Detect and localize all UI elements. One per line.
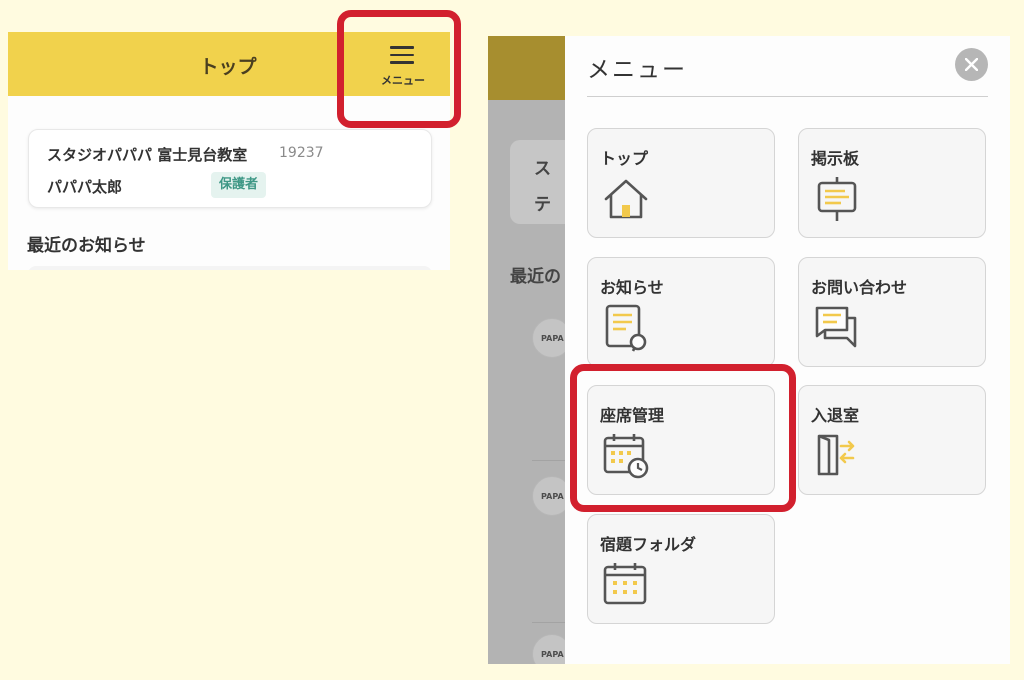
homework-calendar-icon <box>603 563 647 605</box>
menu-item-top[interactable]: トップ <box>587 128 775 238</box>
close-icon <box>965 58 978 71</box>
dimmed-text-fragment: テ <box>534 195 551 215</box>
chat-icon <box>815 306 857 348</box>
menu-item-notice[interactable]: お知らせ <box>587 257 775 367</box>
menu-item-label: 掲示板 <box>811 149 860 168</box>
menu-item-label: お知らせ <box>600 278 664 297</box>
menu-item-label: 宿題フォルダ <box>600 535 697 554</box>
entry-exit-icon <box>817 434 855 476</box>
dimmed-news-heading: 最近の <box>510 267 561 287</box>
home-icon <box>604 179 648 219</box>
news-list-top <box>28 266 432 270</box>
school-name: スタジオパパパ 富士見台教室 <box>47 146 248 164</box>
close-button[interactable] <box>955 48 988 81</box>
menu-item-label: 入退室 <box>811 406 860 425</box>
menu-screen: ス テ 最近の PAPA PAPA PAPA メニュー トップ 掲示板 お知らせ… <box>488 36 1010 664</box>
menu-item-seat-management[interactable]: 座席管理 <box>587 385 775 495</box>
menu-item-label: お問い合わせ <box>811 278 908 297</box>
menu-drawer: メニュー トップ 掲示板 お知らせ お問い合わせ 座席管理 入退室 宿題フォルダ <box>565 36 1010 664</box>
drawer-divider <box>587 96 988 97</box>
top-header: トップ メニュー <box>8 32 450 96</box>
top-screen: トップ メニュー スタジオパパパ 富士見台教室 19237 パパパ太郎 保護者 … <box>8 32 450 270</box>
school-id: 19237 <box>279 145 324 161</box>
board-icon <box>817 177 857 221</box>
seat-calendar-icon <box>603 434 649 479</box>
role-badge: 保護者 <box>211 172 267 198</box>
dimmed-text-fragment: ス <box>534 159 551 179</box>
user-name: パパパ太郎 <box>47 178 123 196</box>
recent-news-heading: 最近のお知らせ <box>27 236 146 256</box>
menu-button-label: メニュー <box>381 74 425 87</box>
menu-button[interactable]: メニュー <box>368 44 438 92</box>
menu-item-label: トップ <box>600 149 649 168</box>
student-info-card: スタジオパパパ 富士見台教室 19237 パパパ太郎 保護者 <box>28 129 432 208</box>
menu-item-board[interactable]: 掲示板 <box>798 128 986 238</box>
menu-item-contact[interactable]: お問い合わせ <box>798 257 986 367</box>
menu-item-entry-exit[interactable]: 入退室 <box>798 385 986 495</box>
menu-item-label: 座席管理 <box>600 406 665 425</box>
notice-icon <box>605 304 647 352</box>
menu-item-homework-folder[interactable]: 宿題フォルダ <box>587 514 775 624</box>
dimmed-header <box>488 36 566 100</box>
hamburger-icon <box>390 46 414 64</box>
drawer-title: メニュー <box>587 57 687 83</box>
